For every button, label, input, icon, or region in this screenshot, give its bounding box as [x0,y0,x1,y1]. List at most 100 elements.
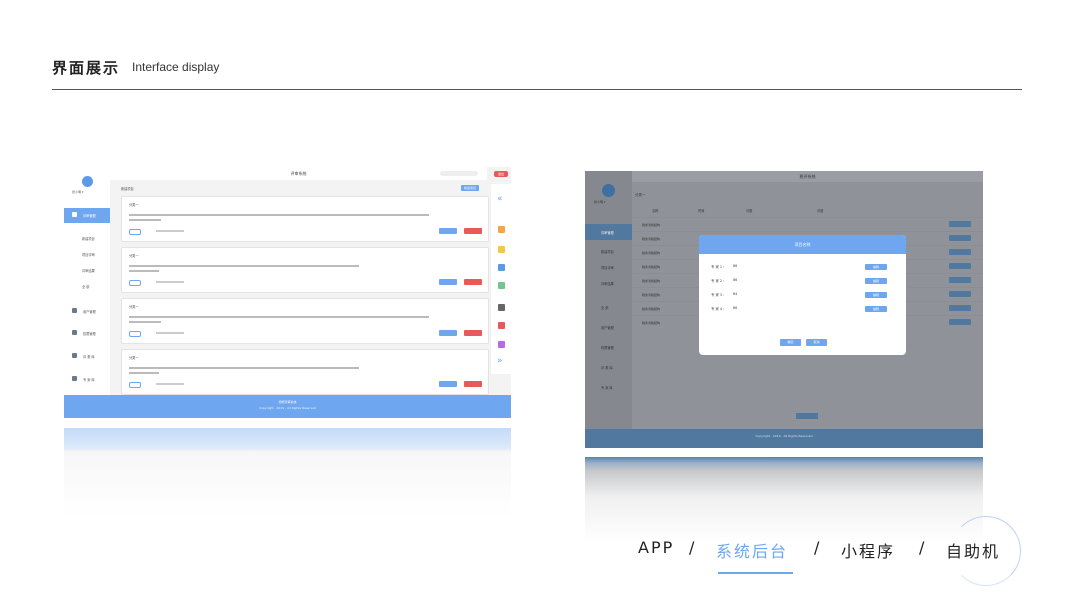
user-group-icon[interactable] [498,264,505,271]
document-icon[interactable] [498,226,505,233]
expand-icon[interactable]: » [497,356,503,366]
card-time [156,332,184,334]
system-title: 税评系统 [799,174,816,179]
card-text-line [129,265,359,267]
expert-score-row: 专 家 1 : 86 编辑 [711,264,901,272]
users-icon [72,308,77,313]
edit-score-button[interactable]: 编辑 [865,292,887,298]
sidebar-item-project-review[interactable]: 项目评审 [64,247,110,262]
chart-icon[interactable] [498,282,505,289]
delete-button[interactable] [464,381,482,387]
add-project-button[interactable]: 新建项目 [461,185,479,191]
left-screenshot: 张小明 ▾ 评审管理 新建项目 项目评审 评审结果 全 部 用户管理 权限管理 … [64,167,511,418]
card-time [156,383,184,385]
sidebar: 张小明 ▾ 评审管理 新建项目 项目评审 评审结果 全 部 用户管理 权限管理 … [64,167,110,395]
card-text-line [129,270,159,272]
card-text-line [129,321,161,323]
card-tag [129,280,141,286]
edit-score-button[interactable]: 编辑 [865,264,887,270]
user-name[interactable]: 张小明 ▾ [72,190,83,194]
right-toolbar: « » [491,184,511,374]
person-icon[interactable] [498,304,505,311]
sidebar-item-new-project[interactable]: 新建项目 [64,231,110,246]
sidebar-item-project-review[interactable]: 项目评审 [585,259,632,275]
avatar[interactable] [602,184,615,197]
sidebar-item-review-result[interactable]: 评审结果 [585,275,632,291]
nav-item-app[interactable]: APP [638,538,674,557]
system-title: 评审系统 [290,171,307,176]
lock-icon [72,330,77,335]
card-text-line [129,219,161,221]
edit-score-button[interactable]: 编辑 [865,278,887,284]
card-tag [129,229,141,235]
card-title: 分类一 [129,254,139,258]
footer: Copyright · 2019 · All Rights Reserved [585,429,983,448]
award-icon[interactable] [498,246,505,253]
sidebar-item-users[interactable]: 用户管理 [64,304,110,319]
nav-active-underline [718,572,793,574]
edit-score-button[interactable]: 编辑 [865,306,887,312]
sidebar-item-experts[interactable]: 专 家 库 [585,379,632,395]
sidebar-item-all[interactable]: 全 部 [585,299,632,315]
person-icon [72,353,77,358]
sidebar-item-experts[interactable]: 专 家 库 [64,372,110,387]
home-icon[interactable] [498,341,505,348]
modal-ok-button[interactable]: 确定 [780,339,801,346]
top-bar: 评审系统 [110,167,487,180]
collapse-icon[interactable]: « [497,194,503,204]
sidebar-item-all[interactable]: 全 部 [64,279,110,294]
expert-score-row: 专 家 2 : 86 编辑 [711,278,901,286]
footer: 智能评审系统 Copyright · 2019 · All Rights Res… [64,395,511,418]
sidebar: 张小明 ▾ 评审管理 新建项目 项目评审 评审结果 全 部 用户管理 权限管理 … [585,171,632,429]
trash-icon[interactable] [498,322,505,329]
row-action-button[interactable] [949,221,971,227]
exit-button[interactable]: 退出 [494,171,508,177]
nav-separator: / [919,538,927,557]
delete-button[interactable] [464,330,482,336]
card-time [156,281,184,283]
sidebar-item-permissions[interactable]: 权限管理 [64,326,110,341]
search-input[interactable] [440,171,478,176]
modal-cancel-button[interactable]: 取消 [806,339,827,346]
sidebar-item-new-project[interactable]: 新建项目 [585,243,632,259]
project-card: 分类一 [121,298,489,344]
edit-button[interactable] [439,330,457,336]
sidebar-item-permissions[interactable]: 权限管理 [585,339,632,355]
left-screenshot-reflection [64,428,511,518]
section-title: 新建项目 [121,187,134,191]
nav-separator: / [814,538,822,557]
row-action-button[interactable] [949,291,971,297]
column-header: 名称 [652,209,659,213]
page-header: 界面展示 Interface display [52,57,1022,90]
edit-button[interactable] [439,279,457,285]
sidebar-item-review-result[interactable]: 评审结果 [64,263,110,278]
section-title: 分类一 [635,193,646,197]
card-text-line [129,367,359,369]
sidebar-item-judges[interactable]: 评 委 库 [585,359,632,375]
edit-button[interactable] [439,228,457,234]
nav-item-mini-program[interactable]: 小程序 [841,538,895,562]
row-action-button[interactable] [949,319,971,325]
right-screenshot-reflection [585,457,983,542]
row-action-button[interactable] [949,235,971,241]
row-action-button[interactable] [949,263,971,269]
pagination-button[interactable] [796,413,818,419]
project-card: 分类一 [121,247,489,293]
nav-item-system-backend[interactable]: 系统后台 [716,538,788,562]
nav-item-kiosk[interactable]: 自助机 [946,538,1000,562]
card-tag [129,382,141,388]
user-name[interactable]: 张小明 ▾ [594,200,605,204]
expert-score-row: 专 家 4 : 86 编辑 [711,306,901,314]
sidebar-item-users[interactable]: 用户管理 [585,319,632,335]
expert-score-row: 专 家 3 : 84 编辑 [711,292,901,300]
row-action-button[interactable] [949,249,971,255]
delete-button[interactable] [464,279,482,285]
edit-button[interactable] [439,381,457,387]
row-action-button[interactable] [949,277,971,283]
delete-button[interactable] [464,228,482,234]
avatar[interactable] [82,176,93,187]
row-action-button[interactable] [949,305,971,311]
sidebar-item-judges[interactable]: 评 委 库 [64,349,110,364]
sidebar-item-review[interactable]: 评审管理 [64,208,110,223]
sidebar-item-review[interactable]: 评审管理 [585,224,632,240]
